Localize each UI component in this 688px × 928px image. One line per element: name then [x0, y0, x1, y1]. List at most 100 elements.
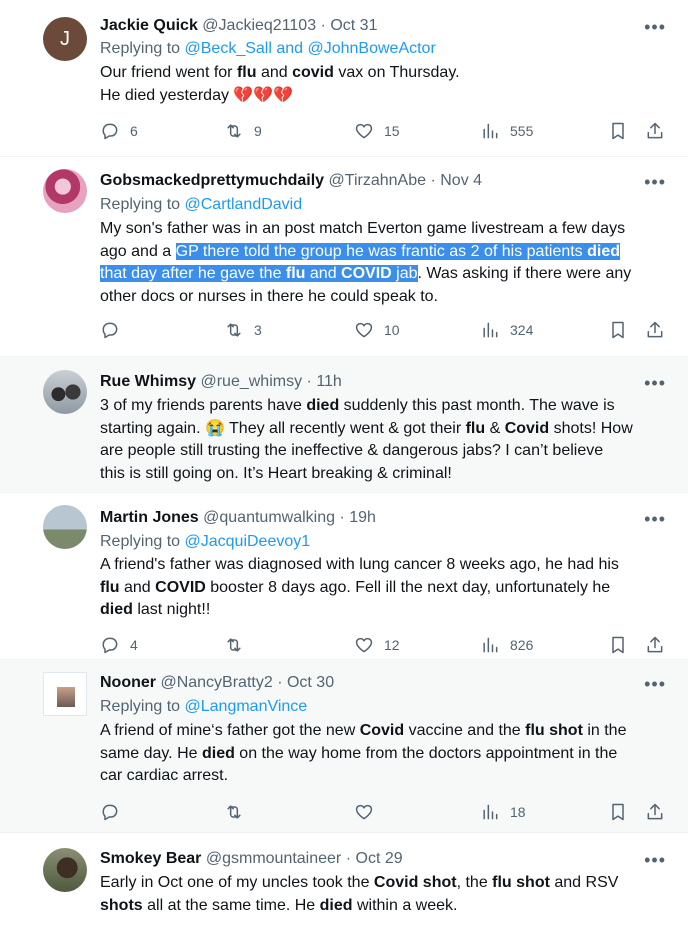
repost-button[interactable]: [224, 633, 254, 657]
timestamp[interactable]: Oct 29: [356, 850, 403, 867]
text-run: Early in Oct one of my uncles took the: [100, 874, 374, 891]
user-handle[interactable]: @rue_whimsy: [200, 373, 302, 390]
like-button[interactable]: 12: [354, 633, 400, 657]
avatar[interactable]: [43, 169, 87, 213]
bookmark-button[interactable]: [608, 633, 628, 657]
views-button[interactable]: 18: [480, 800, 526, 824]
tweet-6[interactable]: Smokey Bear @gsmmountaineer · Oct 29 •••…: [0, 833, 688, 928]
tweet-header: Martin Jones @quantumwalking · 19h: [100, 508, 668, 528]
text-run: car cardiac arrest.: [100, 767, 229, 784]
like-count: 10: [384, 322, 400, 338]
tweet-4[interactable]: Martin Jones @quantumwalking · 19h ••• R…: [0, 493, 688, 660]
replying-to-link[interactable]: @Beck_Sall and @JohnBoweActor: [185, 40, 436, 57]
bookmark-button[interactable]: [608, 318, 628, 342]
display-name[interactable]: Martin Jones: [100, 509, 199, 526]
user-handle[interactable]: @quantumwalking: [203, 509, 335, 526]
bold-keyword: COVID: [341, 265, 392, 282]
share-button[interactable]: [645, 119, 665, 143]
like-count: 15: [384, 123, 400, 139]
separator-dot: ·: [306, 373, 312, 390]
more-dots-icon[interactable]: •••: [644, 374, 666, 392]
user-handle[interactable]: @TirzahnAbe: [329, 172, 426, 189]
text-run: shots! How: [549, 419, 633, 437]
text-run: . Was asking if there were any: [417, 265, 632, 282]
text-run: on the way home from the doctors appoint…: [234, 744, 618, 762]
share-button[interactable]: [645, 318, 665, 342]
avatar[interactable]: [43, 848, 87, 892]
repost-button[interactable]: [224, 800, 254, 824]
views-icon: [483, 322, 498, 338]
tweet-text-line: car cardiac arrest.: [100, 765, 668, 788]
tweet-3[interactable]: Rue Whimsy @rue_whimsy · 11h ••• 3 of my…: [0, 357, 688, 493]
display-name[interactable]: Jackie Quick: [100, 17, 198, 34]
bold-keyword: shots: [100, 896, 143, 914]
tweet-text: Our friend went for flu and covid vax on…: [100, 62, 668, 107]
tweet-5[interactable]: Nooner @NancyBratty2 · Oct 30 ••• Replyi…: [0, 660, 688, 833]
share-icon: [647, 122, 663, 139]
like-button[interactable]: 15: [354, 119, 400, 143]
repost-button[interactable]: 3: [224, 318, 262, 342]
reply-count: 6: [130, 123, 138, 139]
tweet-1[interactable]: J Jackie Quick @Jackieq21103 · Oct 31 ••…: [0, 0, 688, 157]
bold-keyword: flu: [465, 419, 486, 437]
replying-label: Replying to: [100, 533, 181, 550]
like-button[interactable]: 10: [354, 318, 400, 342]
repost-button[interactable]: 9: [224, 119, 262, 143]
reply-button[interactable]: 4: [100, 633, 138, 657]
avatar[interactable]: J: [43, 17, 87, 61]
replying-to-link[interactable]: @CartlandDavid: [185, 196, 303, 213]
views-button[interactable]: 324: [480, 318, 533, 342]
bold-keyword: Covid: [504, 419, 550, 437]
avatar[interactable]: [43, 672, 87, 716]
bold-keyword: flu shot: [492, 874, 550, 891]
replying-to-link[interactable]: @LangmanVince: [185, 698, 308, 715]
text-run: Our friend went for: [100, 64, 237, 81]
views-button[interactable]: 826: [480, 633, 533, 657]
timestamp[interactable]: 11h: [316, 373, 342, 390]
views-button[interactable]: 555: [480, 119, 533, 143]
user-handle[interactable]: @Jackieq21103: [202, 17, 316, 34]
reply-button[interactable]: [100, 318, 130, 342]
display-name[interactable]: Smokey Bear: [100, 850, 201, 867]
user-handle[interactable]: @gsmmountaineer: [206, 850, 341, 867]
repost-icon: [227, 805, 241, 819]
timestamp[interactable]: Oct 30: [287, 674, 334, 691]
more-dots-icon[interactable]: •••: [644, 18, 666, 36]
avatar[interactable]: [43, 505, 87, 549]
separator-dot: ·: [339, 509, 345, 526]
avatar[interactable]: [43, 370, 87, 414]
bold-keyword: flu: [236, 64, 257, 81]
more-dots-icon[interactable]: •••: [644, 510, 666, 528]
timestamp[interactable]: Nov 4: [440, 172, 482, 189]
text-run: in the: [582, 722, 627, 739]
user-handle[interactable]: @NancyBratty2: [160, 674, 272, 691]
more-dots-icon[interactable]: •••: [644, 675, 666, 693]
display-name[interactable]: Nooner: [100, 674, 156, 691]
reply-button[interactable]: [100, 800, 130, 824]
tweet-header: Rue Whimsy @rue_whimsy · 11h: [100, 372, 668, 392]
tweet-text: Early in Oct one of my uncles took the C…: [100, 872, 668, 917]
timestamp[interactable]: Oct 31: [330, 17, 377, 34]
display-name[interactable]: Rue Whimsy: [100, 373, 196, 390]
bold-keyword: flu shot: [525, 722, 583, 739]
text-run: last night!!: [132, 601, 211, 618]
timestamp[interactable]: 19h: [349, 509, 376, 526]
more-dots-icon[interactable]: •••: [644, 851, 666, 869]
like-button[interactable]: [354, 800, 384, 824]
replying-to-link[interactable]: @JacquiDeevoy1: [185, 533, 311, 550]
bookmark-button[interactable]: [608, 800, 628, 824]
display-name[interactable]: Gobsmackedprettymuchdaily: [100, 172, 324, 189]
tweet-2[interactable]: Gobsmackedprettymuchdaily @TirzahnAbe · …: [0, 157, 688, 357]
bold-keyword: died: [319, 896, 353, 914]
share-button[interactable]: [645, 633, 665, 657]
heart-icon: [355, 123, 373, 139]
bookmark-button[interactable]: [608, 119, 628, 143]
bold-keyword: died: [100, 601, 133, 618]
text-run: GP there told the group he was frantic a…: [175, 242, 588, 260]
share-button[interactable]: [645, 800, 665, 824]
replying-label: Replying to: [100, 698, 181, 715]
text-run: My son's father was in an post match Eve…: [100, 220, 626, 237]
more-dots-icon[interactable]: •••: [644, 173, 666, 191]
reply-count: 4: [130, 637, 138, 653]
reply-button[interactable]: 6: [100, 119, 138, 143]
